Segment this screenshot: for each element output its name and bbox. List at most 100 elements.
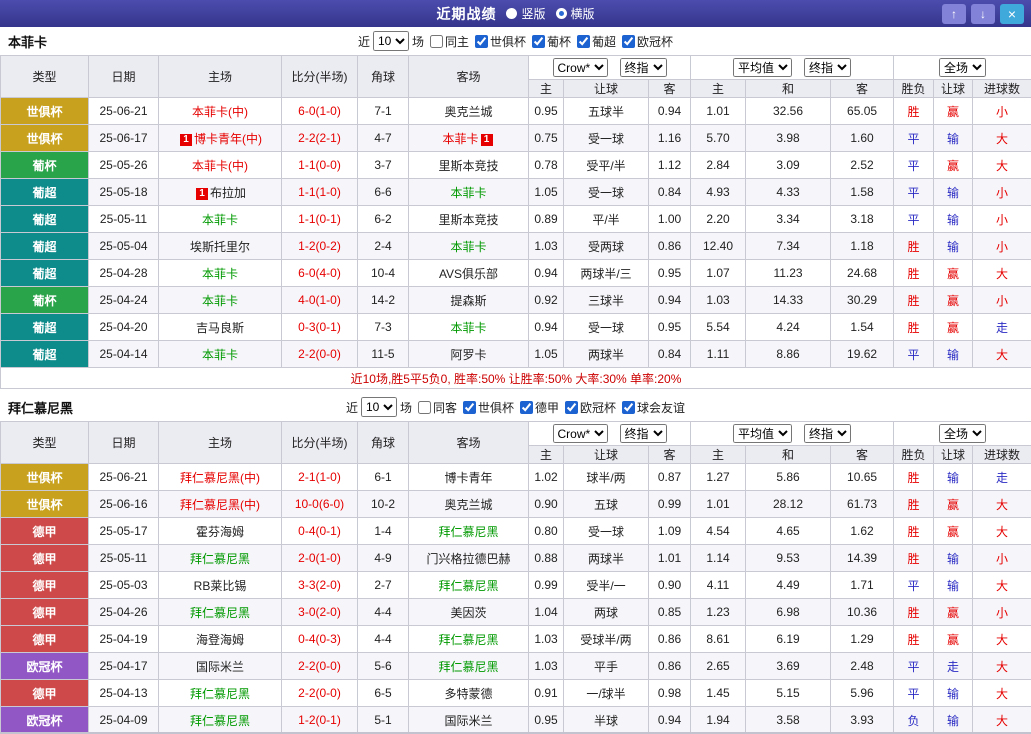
odds-stage-select[interactable]: 终指 <box>620 424 667 443</box>
match-date: 25-06-17 <box>89 125 159 152</box>
score-cell: 1-1(0-0) <box>282 152 358 179</box>
league-filter-checkbox[interactable] <box>475 35 488 48</box>
odds-away: 0.84 <box>649 341 691 368</box>
same-venue-checkbox[interactable] <box>430 35 443 48</box>
avg-draw: 3.34 <box>746 206 831 233</box>
league-filter-1[interactable]: 德甲 <box>520 399 559 416</box>
odds-provider-select[interactable]: Crow* <box>553 58 608 77</box>
score-cell: 3-3(2-0) <box>282 572 358 599</box>
result-handicap: 赢 <box>934 152 973 179</box>
odds-stage-select[interactable]: 终指 <box>620 58 667 77</box>
league-type-badge: 德甲 <box>1 599 89 626</box>
avg-home: 4.54 <box>691 518 746 545</box>
average-select[interactable]: 平均值 <box>733 424 792 443</box>
match-date: 25-05-26 <box>89 152 159 179</box>
odds-handicap: 两球半/三 <box>564 260 649 287</box>
corner-cell: 4-4 <box>358 599 409 626</box>
same-venue-label: 同客 <box>433 399 457 416</box>
corner-cell: 4-9 <box>358 545 409 572</box>
score-cell: 10-0(6-0) <box>282 491 358 518</box>
average-stage-select[interactable]: 终指 <box>804 424 851 443</box>
league-filter-checkbox[interactable] <box>520 401 533 414</box>
home-team-cell: 本菲卡(中) <box>159 152 282 179</box>
home-team-cell: RB莱比锡 <box>159 572 282 599</box>
scope-group: 全场 <box>894 422 1031 446</box>
match-row: 世俱杯25-06-16拜仁慕尼黑(中)10-0(6-0)10-2奥克兰城0.90… <box>1 491 1031 518</box>
average-select[interactable]: 平均值 <box>733 58 792 77</box>
league-filter-3[interactable]: 欧冠杯 <box>622 33 673 50</box>
avg-away: 1.29 <box>831 626 894 653</box>
odds-handicap: 两球半 <box>564 545 649 572</box>
avg-home: 1.27 <box>691 464 746 491</box>
result-handicap: 走 <box>934 653 973 680</box>
same-venue-filter[interactable]: 同客 <box>418 399 457 416</box>
recent-results-panel: 近期战绩 竖版 横版 ↑ ↓ × 本菲卡 近 10 场 同主 <box>0 0 1031 734</box>
league-filter-0[interactable]: 世俱杯 <box>475 33 526 50</box>
scope-select[interactable]: 全场 <box>939 424 986 443</box>
avg-draw: 4.65 <box>746 518 831 545</box>
home-team-name: 博卡青年(中) <box>194 132 262 146</box>
league-filter-checkbox[interactable] <box>565 401 578 414</box>
match-date: 25-06-16 <box>89 491 159 518</box>
result-outcome: 胜 <box>894 626 934 653</box>
home-team-cell: 国际米兰 <box>159 653 282 680</box>
league-filter-2[interactable]: 葡超 <box>577 33 616 50</box>
score-cell: 6-0(1-0) <box>282 98 358 125</box>
league-filter-checkbox[interactable] <box>622 35 635 48</box>
avg-draw: 5.15 <box>746 680 831 707</box>
league-filter-2[interactable]: 欧冠杯 <box>565 399 616 416</box>
away-team-name: 提森斯 <box>450 294 486 308</box>
league-filter-1[interactable]: 葡杯 <box>532 33 571 50</box>
league-filter-label: 葡杯 <box>547 33 571 50</box>
match-row: 欧冠杯25-04-09拜仁慕尼黑1-2(0-1)5-1国际米兰0.95半球0.9… <box>1 707 1031 734</box>
result-goals: 小 <box>973 206 1031 233</box>
close-button[interactable]: × <box>1000 4 1024 24</box>
move-up-button[interactable]: ↑ <box>942 4 966 24</box>
league-type-badge: 葡杯 <box>1 152 89 179</box>
away-team-cell: 本菲卡 <box>409 179 529 206</box>
league-filter-checkbox[interactable] <box>622 401 635 414</box>
home-team-name: 海登海姆 <box>196 633 244 647</box>
move-down-button[interactable]: ↓ <box>971 4 995 24</box>
avg-home: 1.23 <box>691 599 746 626</box>
odds-provider-select[interactable]: Crow* <box>553 424 608 443</box>
panel-title: 近期战绩 <box>436 4 496 24</box>
avg-draw: 9.53 <box>746 545 831 572</box>
match-count-select[interactable]: 10 <box>373 31 409 51</box>
same-venue-checkbox[interactable] <box>418 401 431 414</box>
away-team-cell: 里斯本竞技 <box>409 152 529 179</box>
layout-radio-vertical[interactable]: 竖版 <box>506 5 545 22</box>
league-filter-0[interactable]: 世俱杯 <box>463 399 514 416</box>
odds-handicap: 受一球 <box>564 314 649 341</box>
odds-away: 0.90 <box>649 572 691 599</box>
scope-group: 全场 <box>894 56 1031 80</box>
scope-select[interactable]: 全场 <box>939 58 986 77</box>
match-date: 25-04-17 <box>89 653 159 680</box>
column-header: 类型 <box>1 422 89 464</box>
sub-column-header: 客 <box>831 80 894 98</box>
league-filter-3[interactable]: 球会友谊 <box>622 399 685 416</box>
league-type-badge: 葡超 <box>1 314 89 341</box>
odds-handicap: 半球 <box>564 707 649 734</box>
odds-away: 0.99 <box>649 491 691 518</box>
result-goals: 走 <box>973 464 1031 491</box>
avg-away: 14.39 <box>831 545 894 572</box>
sub-column-header: 胜负 <box>894 446 934 464</box>
odds-away: 1.00 <box>649 206 691 233</box>
column-header: 日期 <box>89 56 159 98</box>
league-filter-checkbox[interactable] <box>463 401 476 414</box>
league-filter-checkbox[interactable] <box>577 35 590 48</box>
match-count-select[interactable]: 10 <box>361 397 397 417</box>
sub-column-header: 和 <box>746 446 831 464</box>
result-handicap: 输 <box>934 206 973 233</box>
layout-radio-horizontal[interactable]: 横版 <box>556 5 595 22</box>
same-venue-filter[interactable]: 同主 <box>430 33 469 50</box>
filter-bar: 近 10 场 同客 世俱杯德甲欧冠杯球会友谊 <box>0 397 1031 417</box>
match-row: 葡超25-05-11本菲卡1-1(0-1)6-2里斯本竞技0.89平/半1.00… <box>1 206 1031 233</box>
league-filter-checkbox[interactable] <box>532 35 545 48</box>
average-stage-select[interactable]: 终指 <box>804 58 851 77</box>
score-cell: 0-4(0-1) <box>282 518 358 545</box>
sub-column-header: 主 <box>691 80 746 98</box>
matches-table: 类型日期主场比分(半场)角球客场 Crow*终指 平均值终指 全场 主让球客主和… <box>0 55 1031 389</box>
home-team-cell: 埃斯托里尔 <box>159 233 282 260</box>
